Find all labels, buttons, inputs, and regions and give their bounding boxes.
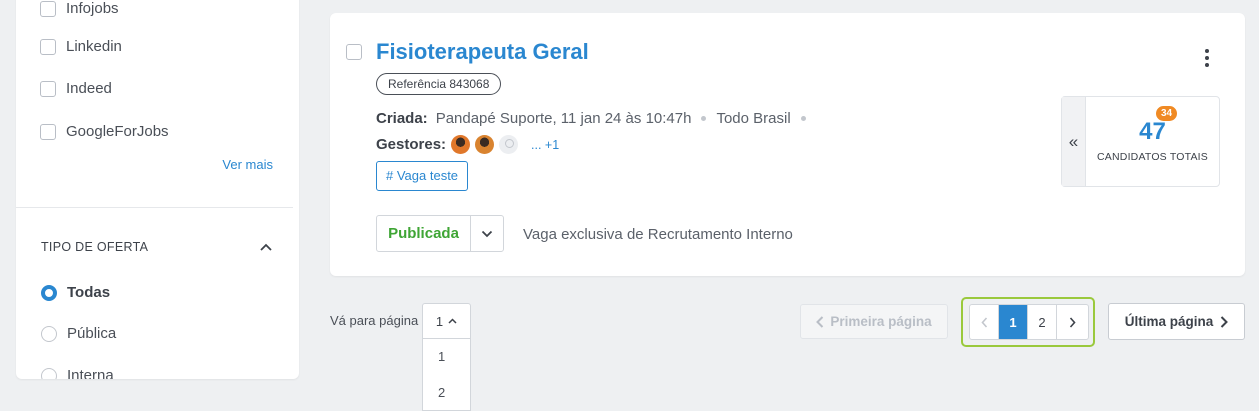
manager-avatar[interactable] xyxy=(451,135,471,154)
first-page-button[interactable]: Primeira página xyxy=(800,304,948,339)
offer-type-option-publica[interactable]: Pública xyxy=(41,325,116,342)
more-managers-link[interactable]: ... +1 xyxy=(531,138,559,152)
chevron-right-icon xyxy=(1221,315,1229,328)
source-filter-googleforjobs[interactable]: GoogleForJobs xyxy=(40,123,169,140)
created-value: Pandapé Suporte, 11 jan 24 às 10:47h xyxy=(435,110,692,127)
filter-label: Indeed xyxy=(66,80,112,97)
user-placeholder-icon[interactable] xyxy=(499,135,519,154)
last-page-button[interactable]: Última página xyxy=(1108,303,1245,340)
offer-type-option-interna[interactable]: Interna xyxy=(41,367,114,379)
radio[interactable] xyxy=(41,367,57,379)
collapse-double-chevron-icon[interactable]: « xyxy=(1062,97,1086,186)
created-label: Criada: xyxy=(376,110,428,127)
page-button-1[interactable]: 1 xyxy=(999,305,1028,339)
dot-separator xyxy=(800,116,806,121)
source-filter-infojobs[interactable]: Infojobs xyxy=(40,0,119,17)
offer-type-title: TIPO DE OFERTA xyxy=(41,240,149,254)
page-navigator-focus: 1 2 xyxy=(961,297,1095,347)
goto-page-option[interactable]: 2 xyxy=(438,385,445,400)
managers-row: Gestores: ... +1 xyxy=(376,135,559,154)
goto-page-value: 1 xyxy=(435,313,444,329)
see-more-link[interactable]: Ver mais xyxy=(222,157,273,172)
source-filter-indeed[interactable]: Indeed xyxy=(40,80,112,97)
job-card: Fisioterapeuta Geral Referência 843068 C… xyxy=(330,13,1245,276)
chevron-left-icon xyxy=(816,315,824,328)
filter-label: Linkedin xyxy=(66,38,122,55)
checkbox[interactable] xyxy=(40,38,56,55)
checkbox[interactable] xyxy=(40,80,56,97)
checkbox[interactable] xyxy=(40,0,56,17)
radio[interactable] xyxy=(41,325,57,342)
divider xyxy=(16,207,293,208)
first-page-label: Primeira página xyxy=(830,314,932,329)
page-navigator: 1 2 xyxy=(969,304,1089,340)
job-select-checkbox[interactable] xyxy=(346,44,362,60)
chevron-down-icon[interactable] xyxy=(471,216,503,251)
chevron-left-icon xyxy=(980,316,987,328)
chevron-right-icon xyxy=(1069,316,1076,328)
radio-selected[interactable] xyxy=(41,284,57,301)
source-filter-linkedin[interactable]: Linkedin xyxy=(40,38,122,55)
candidates-summary[interactable]: « 34 47 CANDIDATOS TOTAIS xyxy=(1061,96,1220,187)
prev-page-button[interactable] xyxy=(970,305,999,339)
goto-page-options: 1 2 xyxy=(422,339,471,411)
dot-separator xyxy=(701,116,707,121)
next-page-button[interactable] xyxy=(1057,305,1088,339)
last-page-label: Última página xyxy=(1124,314,1214,329)
candidates-total-label: CANDIDATOS TOTAIS xyxy=(1097,151,1208,163)
goto-page-select[interactable]: 1 xyxy=(422,303,471,339)
page-button-2[interactable]: 2 xyxy=(1028,305,1057,339)
job-location: Todo Brasil xyxy=(716,110,791,127)
managers-label: Gestores: xyxy=(376,136,447,153)
checkbox[interactable] xyxy=(40,123,56,140)
status-label[interactable]: Publicada xyxy=(377,216,471,251)
option-label: Interna xyxy=(67,367,114,379)
chevron-up-icon xyxy=(448,318,457,324)
candidates-total-block[interactable]: 34 47 CANDIDATOS TOTAIS xyxy=(1086,97,1219,186)
job-title-link[interactable]: Fisioterapeuta Geral xyxy=(376,39,589,65)
manager-avatar[interactable] xyxy=(475,135,495,154)
job-meta: Criada: Pandapé Suporte, 11 jan 24 às 10… xyxy=(376,110,816,127)
reference-badge: Referência 843068 xyxy=(376,73,502,95)
status-dropdown[interactable]: Publicada xyxy=(376,215,504,252)
status-note: Vaga exclusiva de Recrutamento Interno xyxy=(523,226,793,243)
filter-label: GoogleForJobs xyxy=(66,123,169,140)
offer-type-option-todas[interactable]: Todas xyxy=(41,284,110,301)
candidates-total-count: 47 xyxy=(1139,118,1166,145)
filters-sidebar: Infojobs Linkedin Indeed GoogleForJobs V… xyxy=(16,0,299,379)
more-options-icon[interactable] xyxy=(1205,49,1209,70)
goto-page-option[interactable]: 1 xyxy=(438,349,445,364)
filter-label: Infojobs xyxy=(66,0,119,17)
goto-page-label: Vá para página xyxy=(330,313,419,328)
chevron-up-icon[interactable] xyxy=(259,242,273,252)
job-tag[interactable]: # Vaga teste xyxy=(376,161,469,191)
option-label: Pública xyxy=(67,325,117,342)
option-label: Todas xyxy=(67,284,111,301)
